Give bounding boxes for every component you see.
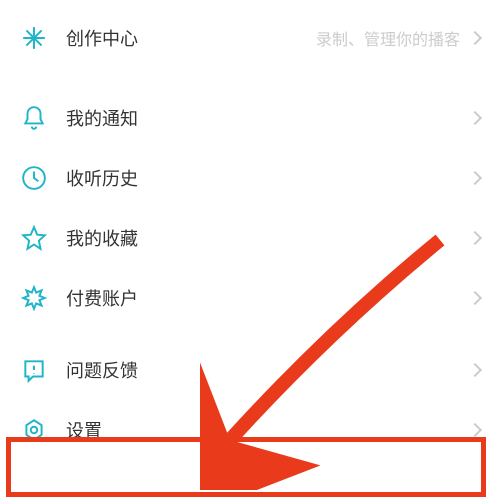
menu-label: 设置 <box>66 417 470 443</box>
star-icon <box>20 224 48 252</box>
bell-icon <box>20 104 48 132</box>
menu-label: 收听历史 <box>66 165 470 191</box>
settings-icon <box>20 416 48 444</box>
chevron-right-icon <box>468 171 482 185</box>
clock-icon <box>20 164 48 192</box>
menu-item-paid[interactable]: 付费账户 <box>0 268 500 328</box>
menu-item-feedback[interactable]: 问题反馈 <box>0 340 500 400</box>
menu-item-history[interactable]: 收听历史 <box>0 148 500 208</box>
spark-icon <box>20 24 48 52</box>
menu-label: 付费账户 <box>66 285 470 311</box>
chevron-right-icon <box>468 291 482 305</box>
chevron-right-icon <box>468 423 482 437</box>
menu-item-notifications[interactable]: 我的通知 <box>0 88 500 148</box>
menu-item-favorites[interactable]: 我的收藏 <box>0 208 500 268</box>
menu-label: 我的收藏 <box>66 225 470 251</box>
menu-item-settings[interactable]: 设置 <box>0 400 500 460</box>
burst-icon <box>20 284 48 312</box>
menu-list: 创作中心 录制、管理你的播客 我的通知 收听历史 我的收藏 付费账户 <box>0 0 500 460</box>
chevron-right-icon <box>468 31 482 45</box>
menu-item-create[interactable]: 创作中心 录制、管理你的播客 <box>0 0 500 76</box>
menu-hint: 录制、管理你的播客 <box>316 26 460 50</box>
menu-label: 创作中心 <box>66 25 316 51</box>
chevron-right-icon <box>468 111 482 125</box>
menu-label: 问题反馈 <box>66 357 470 383</box>
feedback-icon <box>20 356 48 384</box>
chevron-right-icon <box>468 231 482 245</box>
menu-label: 我的通知 <box>66 105 470 131</box>
chevron-right-icon <box>468 363 482 377</box>
